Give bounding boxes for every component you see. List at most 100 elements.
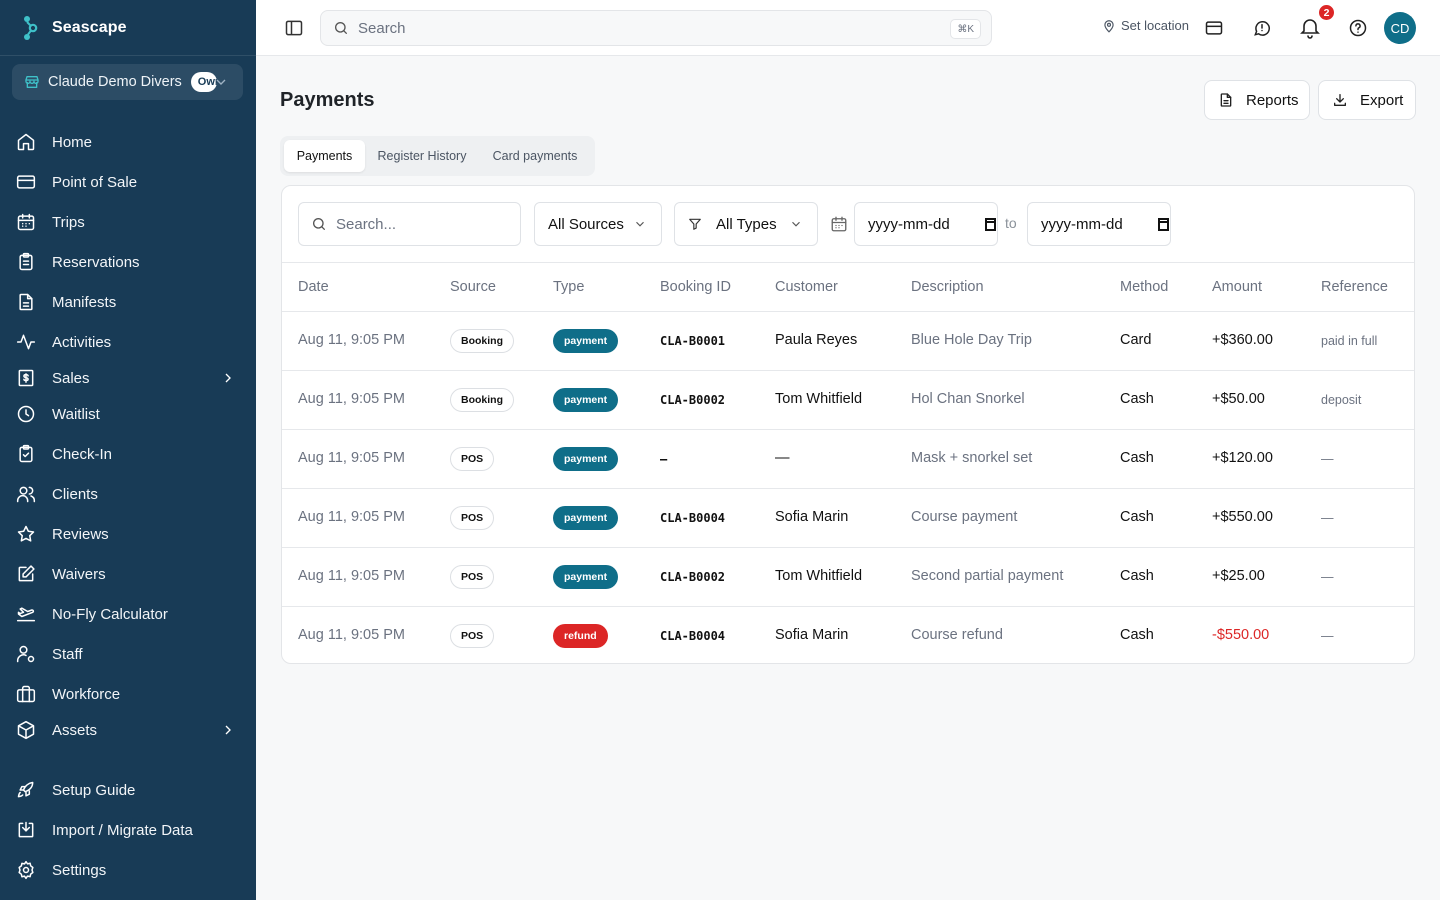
sidebar-item-check-in[interactable]: Check-In	[0, 436, 256, 472]
cell-date: Aug 11, 9:05 PM	[298, 568, 405, 584]
cell-booking-id[interactable]: CLA-B0002	[660, 570, 725, 584]
source-badge: Booking	[450, 388, 514, 412]
table-row[interactable]: Aug 11, 9:05 PM POS payment – — Mask + s…	[282, 430, 1414, 489]
export-button[interactable]: Export	[1318, 80, 1416, 120]
reports-button[interactable]: Reports	[1204, 80, 1310, 120]
sidebar-item-reservations[interactable]: Reservations	[0, 244, 256, 280]
calendar-icon	[17, 213, 35, 231]
sidebar-item-trips[interactable]: Trips	[0, 204, 256, 240]
sidebar-item-home[interactable]: Home	[0, 124, 256, 160]
file-text-icon	[19, 293, 33, 311]
source-badge: POS	[450, 506, 495, 530]
sidebar-item-clients[interactable]: Clients	[0, 476, 256, 512]
sidebar-item-import-migrate-data[interactable]: Import / Migrate Data	[0, 812, 256, 848]
type-badge: payment	[553, 565, 619, 589]
date-from-input[interactable]: yyyy-mm-dd	[854, 202, 998, 246]
cell-method: Cash	[1120, 568, 1154, 584]
source-select[interactable]: All Sources	[534, 202, 662, 246]
column-header-customer[interactable]: Customer	[775, 279, 838, 295]
page-title: Payments	[280, 89, 375, 111]
cell-customer: Paula Reyes	[775, 332, 858, 348]
date-to-input[interactable]: yyyy-mm-dd	[1027, 202, 1171, 246]
help-icon[interactable]	[1348, 18, 1368, 38]
sidebar-item-workforce[interactable]: Workforce	[0, 676, 256, 712]
home-icon	[17, 133, 35, 151]
cell-date: Aug 11, 9:05 PM	[298, 627, 405, 643]
sidebar-item-activities[interactable]: Activities	[0, 324, 256, 360]
type-badge: payment	[553, 506, 619, 530]
sidebar-item-setup-guide[interactable]: Setup Guide	[0, 772, 256, 808]
cell-amount: +$50.00	[1212, 391, 1265, 407]
column-header-source[interactable]: Source	[450, 279, 496, 295]
user-avatar[interactable]: CD	[1384, 12, 1416, 44]
column-header-type[interactable]: Type	[553, 279, 584, 295]
topbar: Search ⌘K Set location 2 CD	[256, 0, 1440, 56]
source-badge: Booking	[450, 329, 514, 353]
table-row[interactable]: Aug 11, 9:05 PM POS payment CLA-B0004 So…	[282, 489, 1414, 548]
cell-reference: deposit	[1321, 393, 1362, 407]
sidebar-item-label: Setup Guide	[52, 781, 136, 799]
cell-customer: Sofia Marin	[775, 627, 849, 643]
sidebar-item-waitlist[interactable]: Waitlist	[0, 396, 256, 432]
sidebar-item-no-fly-calculator[interactable]: No-Fly Calculator	[0, 596, 256, 632]
shortcut-hint: ⌘K	[950, 19, 981, 39]
column-header-booking-id[interactable]: Booking ID	[660, 279, 731, 295]
message-icon[interactable]	[1252, 18, 1272, 38]
sidebar-item-manifests[interactable]: Manifests	[0, 284, 256, 320]
cell-booking-id[interactable]: CLA-B0004	[660, 511, 725, 525]
cell-description: Mask + snorkel set	[911, 450, 1033, 466]
column-header-amount[interactable]: Amount	[1212, 279, 1262, 295]
sidebar-item-point-of-sale[interactable]: Point of Sale	[0, 164, 256, 200]
tab-register-history[interactable]: Register History	[365, 140, 479, 172]
calendar-picker-icon[interactable]	[1158, 218, 1170, 231]
cell-booking-id[interactable]: CLA-B0001	[660, 334, 725, 348]
sidebar-item-waivers[interactable]: Waivers	[0, 556, 256, 592]
star-icon	[17, 525, 35, 542]
global-search-input[interactable]: Search ⌘K	[320, 10, 992, 46]
table-row[interactable]: Aug 11, 9:05 PM Booking payment CLA-B000…	[282, 312, 1414, 371]
sidebar-item-assets[interactable]: Assets	[0, 712, 256, 748]
payments-search-input[interactable]: Search...	[298, 202, 521, 246]
table-row[interactable]: Aug 11, 9:05 PM POS refund CLA-B0004 Sof…	[282, 607, 1414, 663]
cell-method: Cash	[1120, 627, 1154, 643]
org-switcher[interactable]: Claude Demo Divers Owner	[12, 64, 243, 100]
column-header-description[interactable]: Description	[911, 279, 984, 295]
set-location-label: Set location	[1121, 18, 1189, 33]
sidebar-item-reviews[interactable]: Reviews	[0, 516, 256, 552]
table-row[interactable]: Aug 11, 9:05 PM Booking payment CLA-B000…	[282, 371, 1414, 430]
cell-reference: —	[1321, 629, 1334, 643]
table-row[interactable]: Aug 11, 9:05 PM POS payment CLA-B0002 To…	[282, 548, 1414, 607]
set-location-button[interactable]: Set location	[1102, 18, 1189, 33]
calendar-picker-icon[interactable]	[985, 218, 997, 231]
date-from-value: yyyy-mm-dd	[868, 215, 950, 233]
chevron-down-icon	[216, 79, 226, 85]
box-icon	[17, 720, 35, 740]
sidebar-item-staff[interactable]: Staff	[0, 636, 256, 672]
brand[interactable]: Seascape	[0, 0, 256, 56]
type-select[interactable]: All Types	[674, 202, 818, 246]
column-header-reference[interactable]: Reference	[1321, 279, 1388, 295]
sidebar-item-sales[interactable]: Sales	[0, 360, 256, 396]
chevron-down-icon	[636, 221, 644, 227]
bell-icon[interactable]	[1298, 15, 1322, 39]
table-header: Date Source Type Booking ID Customer Des…	[282, 262, 1414, 312]
sidebar-item-settings[interactable]: Settings	[0, 852, 256, 888]
gear-icon	[18, 860, 34, 880]
sidebar-toggle-icon[interactable]	[284, 18, 304, 38]
cell-amount: +$120.00	[1212, 450, 1273, 466]
sidebar-item-label: Manifests	[52, 293, 117, 311]
column-header-method[interactable]: Method	[1120, 279, 1168, 295]
cell-customer: Tom Whitfield	[775, 568, 863, 584]
tab-payments[interactable]: Payments	[284, 140, 365, 172]
cell-amount: +$550.00	[1212, 509, 1273, 525]
cell-customer: Sofia Marin	[775, 509, 849, 525]
column-header-date[interactable]: Date	[298, 279, 329, 295]
card-reader-icon[interactable]	[1204, 18, 1224, 38]
cell-booking-id[interactable]: CLA-B0004	[660, 629, 725, 643]
cell-booking-id[interactable]: CLA-B0002	[660, 393, 725, 407]
import-icon	[18, 821, 34, 838]
payments-card: Search... All Sources All Types yyyy-mm-…	[281, 185, 1415, 664]
tab-card-payments[interactable]: Card payments	[479, 140, 591, 172]
cell-method: Cash	[1120, 450, 1154, 466]
source-badge: POS	[450, 565, 495, 589]
